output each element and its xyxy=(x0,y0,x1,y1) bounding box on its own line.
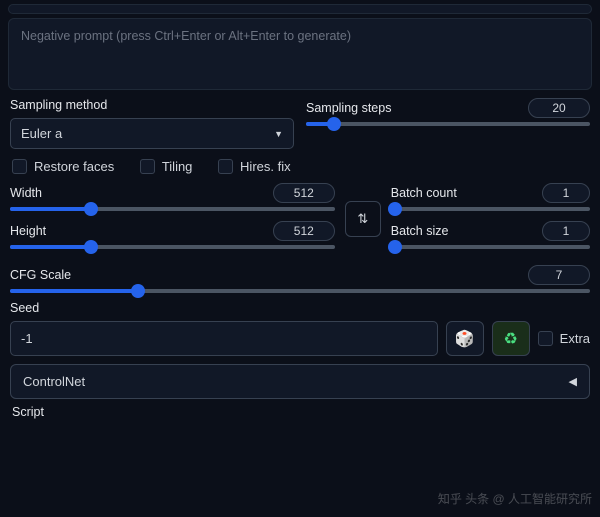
height-label: Height xyxy=(10,224,46,238)
cfg-scale-label: CFG Scale xyxy=(10,268,71,282)
seed-input[interactable]: -1 xyxy=(10,321,438,356)
restore-faces-checkbox[interactable]: Restore faces xyxy=(12,159,114,174)
cfg-scale-slider[interactable] xyxy=(10,289,590,293)
controlnet-label: ControlNet xyxy=(23,374,85,389)
recycle-icon: ♻ xyxy=(503,329,517,349)
width-label: Width xyxy=(10,186,42,200)
swap-icon: ⇅ xyxy=(357,211,368,227)
sampling-method-label: Sampling method xyxy=(10,98,294,112)
swap-dimensions-button[interactable]: ⇅ xyxy=(345,201,381,237)
prompt-textarea[interactable] xyxy=(8,4,592,14)
sampling-steps-label: Sampling steps xyxy=(306,101,391,115)
height-slider[interactable] xyxy=(10,245,335,249)
height-value[interactable]: 512 xyxy=(273,221,335,241)
sampling-method-select[interactable]: Euler a ▼ xyxy=(10,118,294,149)
chevron-left-icon: ◀ xyxy=(569,375,577,388)
batch-count-value[interactable]: 1 xyxy=(542,183,590,203)
batch-count-label: Batch count xyxy=(391,186,457,200)
width-value[interactable]: 512 xyxy=(273,183,335,203)
sampling-steps-slider[interactable] xyxy=(306,122,590,126)
sampling-steps-value[interactable]: 20 xyxy=(528,98,590,118)
script-label: Script xyxy=(12,405,588,419)
sampling-method-value: Euler a xyxy=(21,126,62,141)
seed-label: Seed xyxy=(10,301,590,315)
width-slider[interactable] xyxy=(10,207,335,211)
batch-size-slider[interactable] xyxy=(391,245,590,249)
seed-random-button[interactable]: 🎲 xyxy=(446,321,484,356)
cfg-scale-value[interactable]: 7 xyxy=(528,265,590,285)
tiling-checkbox[interactable]: Tiling xyxy=(140,159,193,174)
chevron-down-icon: ▼ xyxy=(274,129,283,139)
hires-fix-checkbox[interactable]: Hires. fix xyxy=(218,159,291,174)
batch-count-slider[interactable] xyxy=(391,207,590,211)
dice-icon: 🎲 xyxy=(455,329,475,349)
negative-prompt-placeholder: Negative prompt (press Ctrl+Enter or Alt… xyxy=(21,29,351,43)
batch-size-label: Batch size xyxy=(391,224,449,238)
seed-reuse-button[interactable]: ♻ xyxy=(492,321,530,356)
negative-prompt-textarea[interactable]: Negative prompt (press Ctrl+Enter or Alt… xyxy=(8,18,592,90)
seed-extra-checkbox[interactable]: Extra xyxy=(538,331,590,346)
controlnet-accordion[interactable]: ControlNet ◀ xyxy=(10,364,590,399)
batch-size-value[interactable]: 1 xyxy=(542,221,590,241)
watermark-text: 知乎 头条 @ 人工智能研究所 xyxy=(438,490,592,507)
